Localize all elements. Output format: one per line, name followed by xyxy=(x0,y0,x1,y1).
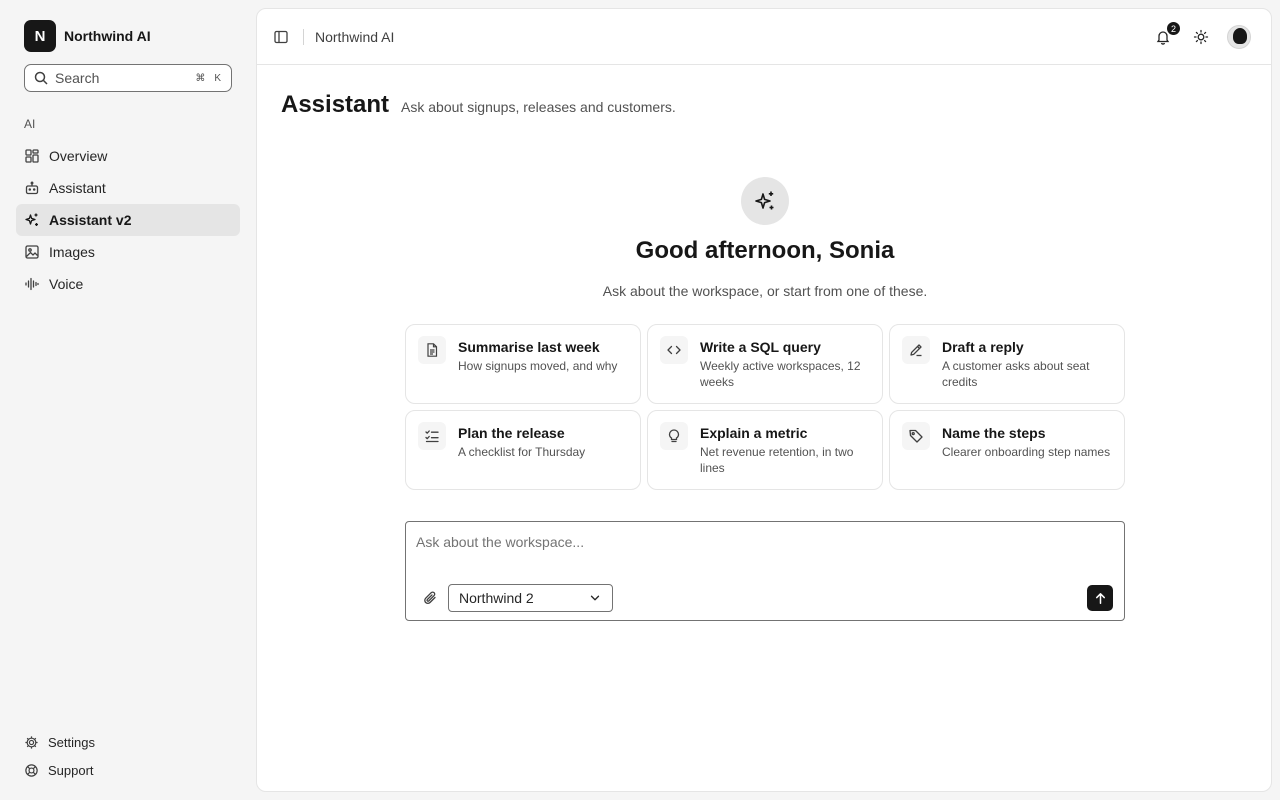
paperclip-icon xyxy=(424,591,436,605)
search-label: Search xyxy=(55,70,100,86)
search-icon xyxy=(34,71,48,85)
sidebar-item-overview[interactable]: Overview xyxy=(16,140,240,172)
card-icon-box xyxy=(660,336,688,364)
sidebar-item-assistant-v2[interactable]: Assistant v2 xyxy=(16,204,240,236)
sidebar-item-label: Voice xyxy=(49,276,84,292)
page-subtitle: Ask about signups, releases and customer… xyxy=(401,99,676,115)
sidebar-item-label: Settings xyxy=(48,734,95,750)
sidebar-item-support[interactable]: Support xyxy=(16,756,240,784)
card-title: Name the steps xyxy=(942,425,1046,441)
bot-icon xyxy=(25,181,39,195)
sparkles-icon xyxy=(25,213,38,226)
arrow-up-icon xyxy=(1095,592,1105,604)
checklist-icon xyxy=(425,430,439,443)
search-shortcut: ⌘ K xyxy=(195,73,223,84)
attach-button[interactable] xyxy=(420,588,440,608)
card-text: Plan the release A checklist for Thursda… xyxy=(458,422,585,460)
card-description: Net revenue retention, in two lines xyxy=(700,445,854,475)
card-icon-box xyxy=(902,336,930,364)
send-button[interactable] xyxy=(1087,585,1113,611)
chat-composer: Northwind 2 xyxy=(405,521,1125,621)
card-title: Write a SQL query xyxy=(700,339,821,355)
card-title: Summarise last week xyxy=(458,339,600,355)
breadcrumb[interactable]: Northwind AI xyxy=(315,29,394,45)
suggestion-card-name-steps[interactable]: Name the steps Clearer onboarding step n… xyxy=(889,410,1125,490)
sidebar-item-label: Overview xyxy=(49,148,108,164)
card-text: Summarise last week How signups moved, a… xyxy=(458,336,617,374)
card-text: Name the steps Clearer onboarding step n… xyxy=(942,422,1110,460)
shortcut-k-key: K xyxy=(214,72,221,84)
card-description: Weekly active workspaces, 12 weeks xyxy=(700,359,861,389)
brand-logo: N xyxy=(24,20,56,52)
sidebar-footer: Settings Support xyxy=(16,728,240,784)
card-description: Clearer onboarding step names xyxy=(942,445,1111,459)
sidebar: N Northwind AI Search ⌘ K AI Overview As… xyxy=(0,0,256,800)
pencil-icon xyxy=(910,344,922,357)
suggestion-card-summarise[interactable]: Summarise last week How signups moved, a… xyxy=(405,324,641,404)
sidebar-item-voice[interactable]: Voice xyxy=(16,268,240,300)
gear-icon xyxy=(25,735,38,749)
sidebar-item-label: Assistant xyxy=(49,180,106,196)
card-title: Explain a metric xyxy=(700,425,808,441)
greeting-heading: Good afternoon, Sonia xyxy=(635,237,895,264)
notification-count-badge: 2 xyxy=(1166,21,1181,36)
sidebar-toggle-button[interactable] xyxy=(267,23,295,51)
hero-badge xyxy=(741,177,789,225)
tag-icon xyxy=(909,429,923,443)
card-icon-box xyxy=(660,422,688,450)
card-text: Write a SQL query Weekly active workspac… xyxy=(700,336,870,390)
shortcut-cmd-key: ⌘ xyxy=(195,72,206,84)
audio-wave-icon xyxy=(25,277,39,291)
card-icon-box xyxy=(418,422,446,450)
suggestion-card-draft-reply[interactable]: Draft a reply A customer asks about seat… xyxy=(889,324,1125,404)
card-description: A checklist for Thursday xyxy=(458,445,586,459)
sidebar-nav: Overview Assistant Assistant v2 Images V… xyxy=(16,140,240,300)
topbar-actions: 2 xyxy=(1151,21,1251,51)
page-title: Assistant xyxy=(281,91,390,118)
sidebar-toggle-icon xyxy=(274,30,288,44)
sparkles-icon xyxy=(755,191,774,210)
page-header: Assistant Ask about signups, releases an… xyxy=(281,91,676,119)
card-description: How signups moved, and why xyxy=(458,359,618,373)
sun-icon xyxy=(1193,29,1209,45)
topbar-divider xyxy=(303,29,304,45)
image-icon xyxy=(25,245,39,259)
sidebar-item-label: Assistant v2 xyxy=(49,212,132,228)
card-description: A customer asks about seat credits xyxy=(942,359,1090,389)
lifebuoy-icon xyxy=(25,763,38,777)
suggestion-card-sql[interactable]: Write a SQL query Weekly active workspac… xyxy=(647,324,883,404)
suggestion-grid: Summarise last week How signups moved, a… xyxy=(405,324,1125,490)
card-icon-box xyxy=(418,336,446,364)
sidebar-item-images[interactable]: Images xyxy=(16,236,240,268)
code-icon xyxy=(667,345,681,355)
brand-name: Northwind AI xyxy=(64,28,151,44)
card-text: Explain a metric Net revenue retention, … xyxy=(700,422,870,476)
document-icon xyxy=(427,343,438,357)
card-text: Draft a reply A customer asks about seat… xyxy=(942,336,1112,390)
search-box[interactable]: Search ⌘ K xyxy=(24,64,232,92)
main-panel: Northwind AI 2 Assistant Ask about signu… xyxy=(256,8,1272,792)
prompt-input[interactable] xyxy=(416,532,1106,552)
notifications-button[interactable]: 2 xyxy=(1151,21,1181,51)
card-title: Plan the release xyxy=(458,425,565,441)
lightbulb-icon xyxy=(668,429,680,443)
suggestion-card-explain-metric[interactable]: Explain a metric Net revenue retention, … xyxy=(647,410,883,490)
dashboard-icon xyxy=(25,149,39,163)
theme-toggle-button[interactable] xyxy=(1189,23,1213,51)
greeting-subtitle: Ask about the workspace, or start from o… xyxy=(602,283,928,299)
sidebar-item-label: Support xyxy=(48,762,94,778)
model-select-value: Northwind 2 xyxy=(459,590,534,606)
sidebar-item-settings[interactable]: Settings xyxy=(16,728,240,756)
card-title: Draft a reply xyxy=(942,339,1024,355)
model-select[interactable]: Northwind 2 xyxy=(448,584,613,612)
chevron-down-icon xyxy=(590,595,600,601)
workspace-switcher[interactable]: N Northwind AI xyxy=(24,20,151,52)
sidebar-item-assistant[interactable]: Assistant xyxy=(16,172,240,204)
topbar: Northwind AI 2 xyxy=(257,9,1271,65)
sidebar-item-label: Images xyxy=(49,244,95,260)
suggestion-card-plan-release[interactable]: Plan the release A checklist for Thursda… xyxy=(405,410,641,490)
user-avatar[interactable] xyxy=(1227,25,1251,49)
nav-section-label: AI xyxy=(24,117,36,131)
card-icon-box xyxy=(902,422,930,450)
